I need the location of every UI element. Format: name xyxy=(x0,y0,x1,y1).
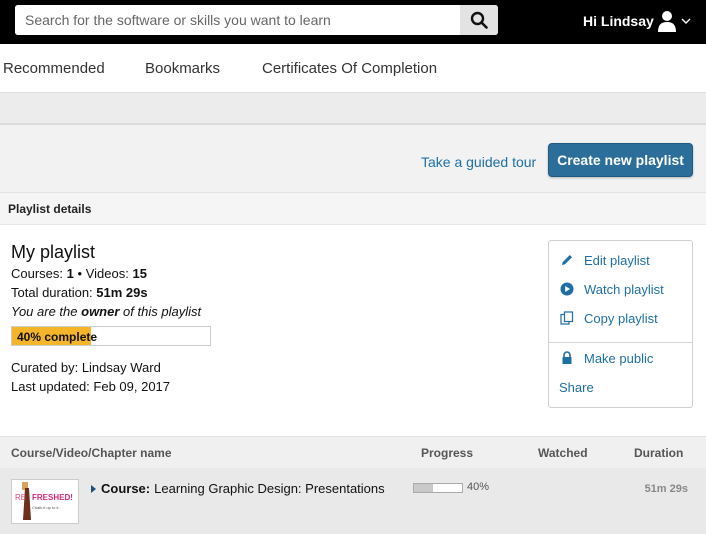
thumb-text-3: Chalk it up to it. xyxy=(32,505,60,510)
search-icon xyxy=(470,11,488,29)
playlist-actions-bar: Take a guided tour Create new playlist xyxy=(0,127,706,192)
menu-divider xyxy=(549,342,692,343)
watch-playlist-item[interactable]: Watch playlist xyxy=(559,279,664,299)
user-avatar-icon xyxy=(658,11,676,32)
make-public-item[interactable]: Make public xyxy=(559,348,653,368)
lock-icon xyxy=(559,350,575,366)
chevron-down-icon xyxy=(681,18,691,24)
videos-count: 15 xyxy=(132,266,147,281)
row-progress-bar xyxy=(413,483,463,493)
curated-by: Curated by: Lindsay Ward xyxy=(11,360,161,375)
pencil-icon xyxy=(559,252,575,268)
last-updated: Last updated: Feb 09, 2017 xyxy=(11,379,171,394)
section-title: Playlist details xyxy=(8,202,92,216)
nav-tabs: Recommended Bookmarks Certificates Of Co… xyxy=(0,44,706,93)
courses-count: 1 xyxy=(66,266,74,281)
guided-tour-link[interactable]: Take a guided tour xyxy=(421,154,536,170)
playlist-duration: Total duration: 51m 29s xyxy=(11,285,148,300)
user-menu-button[interactable] xyxy=(656,9,696,33)
copy-playlist-item[interactable]: Copy playlist xyxy=(559,308,658,328)
course-title-link[interactable]: Course: Learning Graphic Design: Present… xyxy=(91,481,385,496)
playlist-progress-bar: 40% complete xyxy=(11,326,211,346)
progress-label: 40% complete xyxy=(17,330,98,344)
tab-bookmarks[interactable]: Bookmarks xyxy=(145,60,220,77)
play-icon xyxy=(559,281,575,297)
expand-caret-icon[interactable] xyxy=(91,484,96,493)
playlist-info-panel: My playlist Courses: 1 • Videos: 15 Tota… xyxy=(0,224,706,436)
course-name: Learning Graphic Design: Presentations xyxy=(154,481,385,496)
playlist-counts: Courses: 1 • Videos: 15 xyxy=(11,266,147,281)
search-button[interactable] xyxy=(460,5,498,35)
edit-playlist-item[interactable]: Edit playlist xyxy=(559,250,650,270)
table-row[interactable]: RE FRESHED! Chalk it up to it. Course: L… xyxy=(0,468,706,534)
column-duration: Duration xyxy=(634,446,684,460)
column-watched: Watched xyxy=(538,446,588,460)
row-progress-text: 40% xyxy=(467,481,490,493)
course-thumbnail: RE FRESHED! Chalk it up to it. xyxy=(11,479,79,524)
column-name: Course/Video/Chapter name xyxy=(11,446,172,460)
column-progress: Progress xyxy=(421,446,474,460)
table-header: Course/Video/Chapter name Progress Watch… xyxy=(0,436,706,468)
sub-strip xyxy=(0,93,706,125)
copy-icon xyxy=(559,310,575,326)
playlist-options-menu: Edit playlist Watch playlist Copy playli… xyxy=(548,240,693,408)
row-type-label: Course: xyxy=(101,481,151,496)
search-input[interactable] xyxy=(15,5,460,35)
top-bar: Hi Lindsay xyxy=(0,0,706,44)
share-item[interactable]: Share xyxy=(559,377,594,397)
tab-recommended[interactable]: Recommended xyxy=(3,60,105,77)
user-greeting: Hi Lindsay xyxy=(583,13,654,29)
thumb-text-1: RE xyxy=(15,493,26,502)
owner-note: You are the owner of this playlist xyxy=(11,304,202,319)
row-duration: 51m 29s xyxy=(644,483,688,495)
thumb-text-2: FRESHED! xyxy=(32,493,73,502)
playlist-details-header: Playlist details xyxy=(0,192,706,224)
create-playlist-button[interactable]: Create new playlist xyxy=(548,143,693,177)
row-progress-fill xyxy=(414,484,434,492)
search-box xyxy=(15,5,498,35)
tab-certificates[interactable]: Certificates Of Completion xyxy=(262,60,437,77)
playlist-title: My playlist xyxy=(11,242,96,262)
